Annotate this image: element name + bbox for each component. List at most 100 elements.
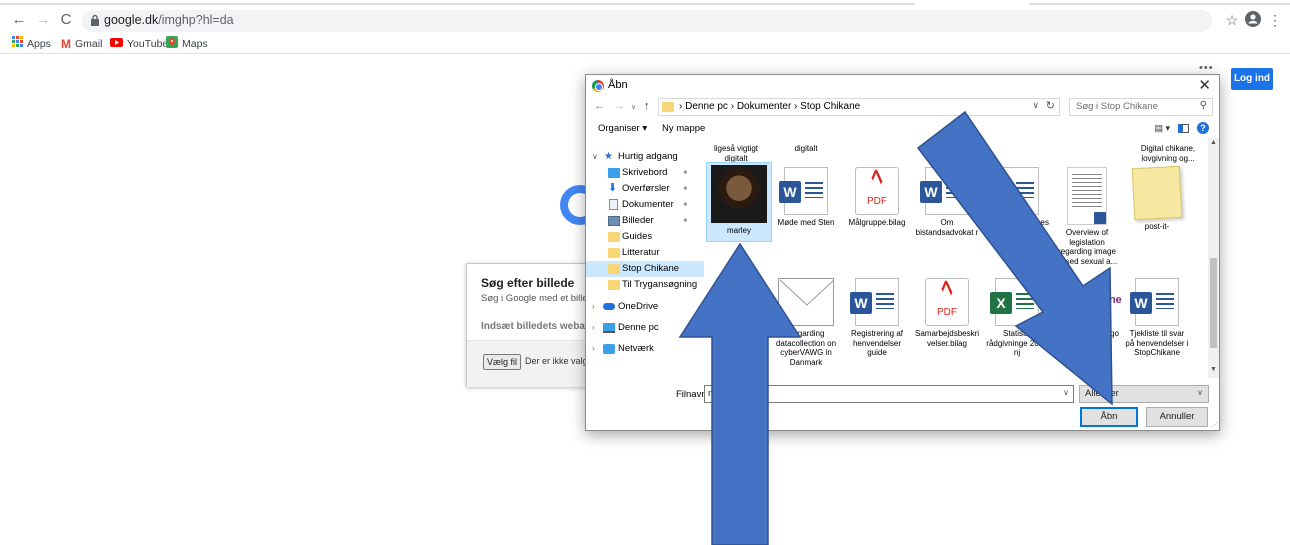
nav-quick-access[interactable]: ∨ ★ Hurtig adgang <box>586 149 704 165</box>
nav-label: OneDrive <box>618 301 659 312</box>
folder-icon <box>608 264 620 274</box>
file-item-post-it[interactable]: post-it- <box>1125 165 1189 232</box>
url-text: google.dk/imghp?hl=da <box>104 13 234 27</box>
reload-icon[interactable]: C <box>57 11 75 29</box>
file-name: Samarbejdsbeskri velser.bilag <box>915 329 980 348</box>
chevron-right-icon[interactable]: › <box>592 320 595 336</box>
back-icon[interactable]: ← <box>10 11 28 29</box>
login-button[interactable]: Log ind <box>1231 68 1273 90</box>
cancel-button[interactable]: Annuller <box>1146 407 1208 427</box>
nav-pictures[interactable]: Billeder ✦ <box>586 213 704 229</box>
file-item-regarding-datacollection[interactable]: Regarding datacollection on cyberVAWG in… <box>774 278 838 367</box>
scroll-up-icon[interactable]: ▲ <box>1210 139 1217 146</box>
panel-subtitle: Søg i Google med et billede <box>481 293 599 304</box>
up-icon[interactable]: ↑ <box>644 100 650 112</box>
bookmark-apps[interactable]: Apps <box>12 36 51 52</box>
list-item[interactable]: digitalt <box>774 141 838 154</box>
view-options-icon[interactable]: ▤ ▾ <box>1154 123 1170 134</box>
file-list-scrollbar[interactable]: ▲ ▼ <box>1208 138 1219 378</box>
file-item-om-bistandsadvokat[interactable]: W Om bistandsadvokat r <box>915 167 979 237</box>
bookmark-gmail[interactable]: M Gmail <box>61 36 102 52</box>
google-apps-icon[interactable]: ••• <box>1199 62 1214 74</box>
nav-guides[interactable]: Guides <box>586 229 704 245</box>
choose-file-button[interactable]: Vælg fil <box>483 354 522 370</box>
back-icon[interactable]: ← <box>594 100 605 112</box>
nav-label: Stop Chikane <box>622 263 680 274</box>
file-name: Overview of legislation regarding image … <box>1056 228 1118 266</box>
nav-label: Guides <box>622 231 653 242</box>
open-button[interactable]: Åbn <box>1080 407 1138 427</box>
crumb-denne-pc[interactable]: Denne pc <box>685 101 728 112</box>
command-bar: Organiser ▾ Ny mappe ▤ ▾ ? <box>586 120 1219 138</box>
list-item[interactable]: ligeså vigtigt digitalt <box>704 141 768 163</box>
bookmark-maps[interactable]: Maps <box>166 35 208 52</box>
chevron-down-icon[interactable]: ∨ <box>1032 100 1039 111</box>
lock-icon <box>91 14 99 26</box>
scroll-down-icon[interactable]: ▼ <box>1210 366 1217 373</box>
file-item-moede-med-sten[interactable]: W Møde med Sten <box>774 167 838 228</box>
chevron-down-icon[interactable]: ∨ <box>592 149 598 165</box>
scrollbar-thumb[interactable] <box>1210 258 1217 348</box>
file-name: p <box>733 329 739 338</box>
refresh-icon[interactable]: ↻ <box>1046 99 1055 112</box>
preview-pane-icon[interactable] <box>1178 123 1189 133</box>
file-item-marley[interactable]: marley <box>706 162 772 242</box>
new-folder-button[interactable]: Ny mappe <box>662 123 705 134</box>
file-name: ligeså vigtigt digitalt <box>713 144 759 163</box>
mail-icon <box>778 278 835 326</box>
desktop-icon <box>608 168 620 178</box>
organize-button[interactable]: Organiser ▾ <box>598 123 647 134</box>
resize-grip-icon[interactable]: ⋰ <box>1211 421 1218 429</box>
crumb-stop-chikane[interactable]: Stop Chikane <box>800 101 860 112</box>
nav-til-trygansoegning[interactable]: Til Trygansøgning <box>586 277 704 293</box>
menu-icon[interactable]: ⋮ <box>1268 11 1282 29</box>
file-icon <box>716 278 756 326</box>
forward-icon[interactable]: → <box>34 11 52 29</box>
list-item[interactable]: Digital chikane, lovgivning og... <box>1136 141 1200 163</box>
file-name: digitalt <box>794 144 818 153</box>
documents-icon <box>609 199 618 210</box>
recent-dropdown-icon[interactable]: ∨ <box>631 103 636 111</box>
file-name: Målgruppe.bilag <box>848 218 906 227</box>
chevron-down-icon[interactable]: ∨ <box>1063 388 1069 397</box>
file-name: oces <box>1032 218 1049 227</box>
paste-url-tab[interactable]: Indsæt billedets weba <box>481 321 585 332</box>
chevron-right-icon[interactable]: › <box>592 299 595 315</box>
file-item-maalgruppe[interactable]: ﾍ PDF Målgruppe.bilag <box>845 166 909 228</box>
file-item-tjekliste[interactable]: W Tjekliste til svar på henvendelser i S… <box>1125 278 1189 358</box>
profile-icon[interactable] <box>1244 11 1262 29</box>
excel-icon: X <box>990 278 1039 326</box>
file-item-samarbejdsbeskrivelser[interactable]: ﾍ PDF Samarbejdsbeskri velser.bilag <box>915 277 980 348</box>
filename-input[interactable]: m ∨ <box>704 385 1074 403</box>
file-item-registrering[interactable]: W Registrering af henvendelser guide <box>845 278 909 358</box>
nav-downloads[interactable]: ⬇ Overførsler ✦ <box>586 181 704 197</box>
address-bar[interactable]: google.dk/imghp?hl=da <box>82 10 1212 32</box>
bookmark-youtube[interactable]: YouTube <box>110 36 168 52</box>
file-item-overview[interactable]: Overview of legislation regarding image … <box>1055 167 1119 266</box>
nav-desktop[interactable]: Skrivebord ✦ <box>586 165 704 181</box>
file-item-p[interactable]: p <box>704 278 768 339</box>
file-item-stopchikane-logo[interactable]: Chikane topC logo <box>1055 278 1122 339</box>
file-item-statistik[interactable]: X Statistik rådgivninge 2020 nj <box>985 278 1049 358</box>
dialog-titlebar: Åbn ✕ <box>586 75 1219 97</box>
help-icon[interactable]: ? <box>1197 122 1209 134</box>
image-thumbnail <box>711 165 767 223</box>
forward-icon[interactable]: → <box>614 100 625 112</box>
crumb-dokumenter[interactable]: Dokumenter <box>737 101 791 112</box>
folder-search-input[interactable]: Søg i Stop Chikane ⚲ <box>1069 98 1213 116</box>
url-host: google.dk <box>104 13 159 27</box>
chevron-right-icon[interactable]: › <box>592 341 595 357</box>
breadcrumb-bar[interactable]: › Denne pc › Dokumenter › Stop Chikane ∨… <box>658 98 1060 116</box>
nav-documents[interactable]: Dokumenter ✦ <box>586 197 704 213</box>
file-item-proces[interactable]: W oces <box>985 167 1049 228</box>
close-icon[interactable]: ✕ <box>1198 76 1211 94</box>
nav-stop-chikane[interactable]: Stop Chikane <box>586 261 704 277</box>
nav-litteratur[interactable]: Litteratur <box>586 245 704 261</box>
tab-strip <box>0 0 1290 6</box>
bookmark-star-icon[interactable]: ☆ <box>1224 11 1240 29</box>
nav-network[interactable]: › Netværk <box>586 341 704 357</box>
apps-grid-icon <box>12 36 23 52</box>
filetype-select[interactable]: Alle filer ∨ <box>1079 385 1209 403</box>
nav-this-pc[interactable]: › Denne pc <box>586 320 704 336</box>
nav-onedrive[interactable]: › OneDrive <box>586 299 704 315</box>
